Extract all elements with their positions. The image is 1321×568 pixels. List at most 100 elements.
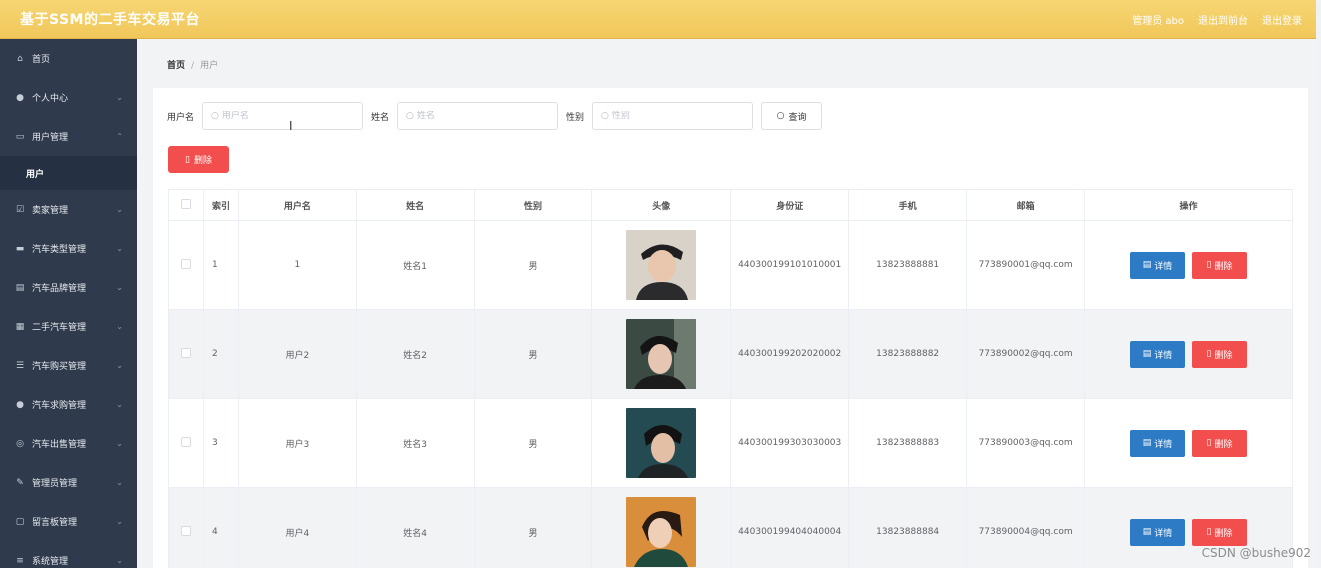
sidebar-item-car-purchase[interactable]: ☰ 汽车购买管理 ⌄: [0, 346, 137, 385]
cell-idcard: 440300199404040004: [730, 487, 850, 568]
table-row: 1 1 姓名1 男 440300199101010001 13823888881…: [168, 220, 1293, 310]
cell-email: 773890002@qq.com: [966, 309, 1086, 399]
chevron-down-icon: ⌄: [116, 205, 123, 214]
gender-input[interactable]: [611, 111, 742, 121]
chevron-down-icon: ⌄: [116, 400, 123, 409]
column-header-actions: 操作: [1084, 189, 1293, 221]
breadcrumb-separator: /: [191, 61, 195, 71]
name-input[interactable]: [416, 111, 547, 121]
trash-icon: ▯: [1206, 349, 1212, 359]
cell-username: 用户2: [237, 309, 357, 399]
cell-idcard: 440300199101010001: [730, 220, 850, 310]
cell-name: 姓名4: [355, 487, 475, 568]
sidebar-item-used-car[interactable]: ▦ 二手汽车管理 ⌄: [0, 307, 137, 346]
cell-phone: 13823888881: [848, 220, 968, 310]
users-icon: ▭: [15, 131, 25, 142]
select-all-checkbox[interactable]: [180, 198, 191, 209]
sidebar-item-car-wanted[interactable]: ● 汽车求购管理 ⌄: [0, 385, 137, 424]
search-icon: ○: [776, 111, 785, 121]
breadcrumb-home[interactable]: 首页: [167, 61, 185, 71]
back-to-front-link[interactable]: 退出到前台: [1198, 12, 1248, 27]
row-checkbox[interactable]: [180, 258, 191, 269]
table-row: 4 用户4 姓名4 男 440300199404040004 138238888…: [168, 487, 1293, 568]
sidebar-item-message-board[interactable]: ▢ 留言板管理 ⌄: [0, 502, 137, 541]
sidebar-item-car-type[interactable]: ▬ 汽车类型管理 ⌄: [0, 229, 137, 268]
name-search-box[interactable]: ○: [397, 102, 559, 130]
detail-button-label: 详情: [1154, 528, 1173, 539]
column-header-phone: 手机: [848, 189, 968, 221]
search-icon: ○: [211, 111, 219, 121]
column-header-email: 邮箱: [966, 189, 1086, 221]
gender-label: 性别: [566, 112, 585, 123]
logout-link[interactable]: 退出登录: [1262, 12, 1302, 27]
column-header-avatar: 头像: [591, 189, 732, 221]
row-checkbox[interactable]: [180, 436, 191, 447]
row-select-cell: [168, 487, 204, 568]
gender-search-box[interactable]: ○: [592, 102, 754, 130]
delete-button[interactable]: ▯ 删除: [1192, 518, 1248, 546]
home-icon: ⌂: [17, 53, 23, 64]
cell-gender: 男: [473, 398, 593, 488]
detail-button[interactable]: ▤ 详情: [1130, 251, 1186, 279]
sidebar-item-label: 汽车品牌管理: [32, 284, 87, 294]
user-table: 索引 用户名 姓名 性别 头像 身份证 手机 邮箱 操作 1 1 姓名1 男 4…: [168, 189, 1293, 568]
sidebar-item-system[interactable]: ≡ 系统管理 ⌄: [0, 541, 137, 568]
sidebar-item-label: 系统管理: [32, 557, 69, 567]
cell-name: 姓名2: [355, 309, 475, 399]
cell-gender: 男: [473, 309, 593, 399]
query-button[interactable]: ○ 查询: [761, 102, 823, 130]
detail-button[interactable]: ▤ 详情: [1130, 340, 1186, 368]
top-actions: 管理员 abo 退出到前台 退出登录: [1132, 12, 1302, 27]
delete-button[interactable]: ▯ 删除: [1192, 340, 1248, 368]
sidebar-item-profile[interactable]: ● 个人中心 ⌄: [0, 78, 137, 117]
column-header-username: 用户名: [237, 189, 357, 221]
delete-button[interactable]: ▯ 删除: [1192, 429, 1248, 457]
sidebar-subitem-user[interactable]: 用户: [0, 156, 137, 190]
chevron-down-icon: ⌄: [116, 322, 123, 331]
doc-icon: ▤: [15, 282, 25, 293]
row-checkbox[interactable]: [180, 525, 191, 536]
top-bar: 基于SSM的二手车交易平台 管理员 abo 退出到前台 退出登录: [0, 0, 1316, 39]
menu-icon: ≡: [16, 555, 24, 566]
cell-email: 773890003@qq.com: [966, 398, 1086, 488]
username-input[interactable]: [221, 111, 352, 121]
row-select-cell: [168, 220, 204, 310]
sidebar-item-seller[interactable]: ☑ 卖家管理 ⌄: [0, 190, 137, 229]
column-header-idcard: 身份证: [730, 189, 850, 221]
doc-icon: ▤: [1142, 438, 1152, 448]
sidebar-item-home[interactable]: ⌂ 首页: [0, 39, 137, 78]
sidebar-item-admin[interactable]: ✎ 管理员管理 ⌄: [0, 463, 137, 502]
breadcrumb-current: 用户: [200, 61, 219, 71]
cell-actions: ▤ 详情 ▯ 删除: [1084, 220, 1293, 310]
detail-button[interactable]: ▤ 详情: [1130, 429, 1186, 457]
sidebar-item-car-brand[interactable]: ▤ 汽车品牌管理 ⌄: [0, 268, 137, 307]
cell-idcard: 440300199202020002: [730, 309, 850, 399]
column-header-gender: 性别: [473, 189, 593, 221]
chat-icon: ▬: [15, 243, 25, 254]
trash-icon: ▯: [1206, 260, 1212, 270]
batch-delete-button[interactable]: ▯ 删除: [168, 146, 229, 173]
sidebar-item-label: 管理员管理: [32, 479, 78, 489]
cell-username: 用户3: [237, 398, 357, 488]
table-row: 3 用户3 姓名3 男 440300199303030003 138238888…: [168, 398, 1293, 488]
sliders-icon: ☰: [15, 360, 25, 371]
grid-icon: ▦: [15, 321, 25, 332]
cell-index: 1: [202, 220, 239, 310]
cell-idcard: 440300199303030003: [730, 398, 850, 488]
column-header-name: 姓名: [355, 189, 475, 221]
username-search-box[interactable]: ○: [202, 102, 364, 130]
cell-index: 4: [202, 487, 239, 568]
trash-icon: ▯: [1206, 438, 1212, 448]
check-icon: ☑: [15, 204, 25, 215]
delete-button[interactable]: ▯ 删除: [1192, 251, 1248, 279]
row-checkbox[interactable]: [180, 347, 191, 358]
cell-gender: 男: [473, 487, 593, 568]
detail-button[interactable]: ▤ 详情: [1130, 518, 1186, 546]
detail-button-label: 详情: [1154, 350, 1173, 361]
sidebar-item-car-sale[interactable]: ◎ 汽车出售管理 ⌄: [0, 424, 137, 463]
column-header-index: 索引: [202, 189, 239, 221]
sidebar-item-label: 用户管理: [32, 133, 69, 143]
query-button-label: 查询: [788, 112, 807, 123]
main-content: 首页 / 用户 用户名 ○ 姓名 ○ 性别 ○ ○ 查询 ▯: [137, 39, 1316, 568]
sidebar-item-user-management[interactable]: ▭ 用户管理 ⌃: [0, 117, 137, 156]
